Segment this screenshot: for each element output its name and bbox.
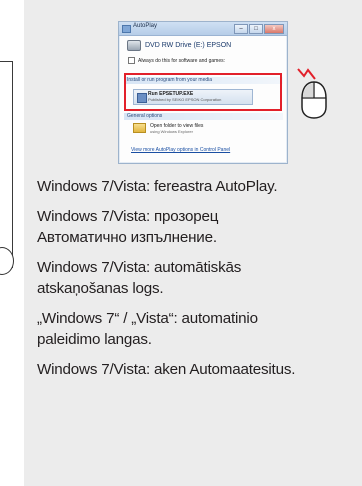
- red-highlight-box: [124, 73, 282, 111]
- open-folder-item[interactable]: Open folder to view files using Windows …: [133, 123, 203, 134]
- drive-label: DVD RW Drive (E:) EPSON: [145, 42, 232, 49]
- caption-bg-line1: Windows 7/Vista: прозорец: [37, 208, 219, 225]
- caption-et: Windows 7/Vista: aken Automaatesitus.: [37, 361, 296, 378]
- previous-panel-edge: [0, 61, 13, 268]
- caption-lv-line1: Windows 7/Vista: automātiskās: [37, 259, 242, 276]
- always-do-label: Always do this for software and games:: [138, 57, 225, 64]
- close-button[interactable]: x: [264, 24, 284, 34]
- folder-subtitle: using Windows Explorer: [150, 129, 193, 134]
- caption-lt-line2: paleidimo langas.: [37, 331, 152, 348]
- caption-lv-line2: atskaņošanas logs.: [37, 280, 164, 297]
- autoplay-window-screenshot: AutoPlay – □ x DVD RW Drive (E:) EPSON A…: [118, 21, 288, 164]
- maximize-button[interactable]: □: [249, 24, 263, 34]
- caption-list: Windows 7/Vista: fereastra AutoPlay. Win…: [37, 176, 362, 380]
- drive-icon: [127, 40, 141, 51]
- caption-bg-line2: Автоматично изпълнение.: [37, 229, 217, 246]
- minimize-button[interactable]: –: [234, 24, 248, 34]
- always-do-row[interactable]: Always do this for software and games:: [128, 57, 225, 64]
- general-options-header: General options: [124, 113, 283, 120]
- folder-icon: [133, 123, 146, 133]
- window-controls: – □ x: [234, 24, 284, 34]
- drive-row: DVD RW Drive (E:) EPSON: [127, 40, 231, 51]
- autoplay-titlebar: AutoPlay – □ x: [119, 22, 287, 36]
- control-panel-link[interactable]: View more AutoPlay options in Control Pa…: [131, 147, 230, 153]
- caption-ro: Windows 7/Vista: fereastra AutoPlay.: [37, 178, 278, 195]
- autoplay-title: AutoPlay: [133, 23, 158, 29]
- mouse-icon: [301, 81, 327, 119]
- autoplay-window-icon: [122, 25, 131, 33]
- always-do-checkbox[interactable]: [128, 57, 135, 64]
- caption-lt-line1: „Windows 7“ / „Vista“: automatinio: [37, 310, 258, 327]
